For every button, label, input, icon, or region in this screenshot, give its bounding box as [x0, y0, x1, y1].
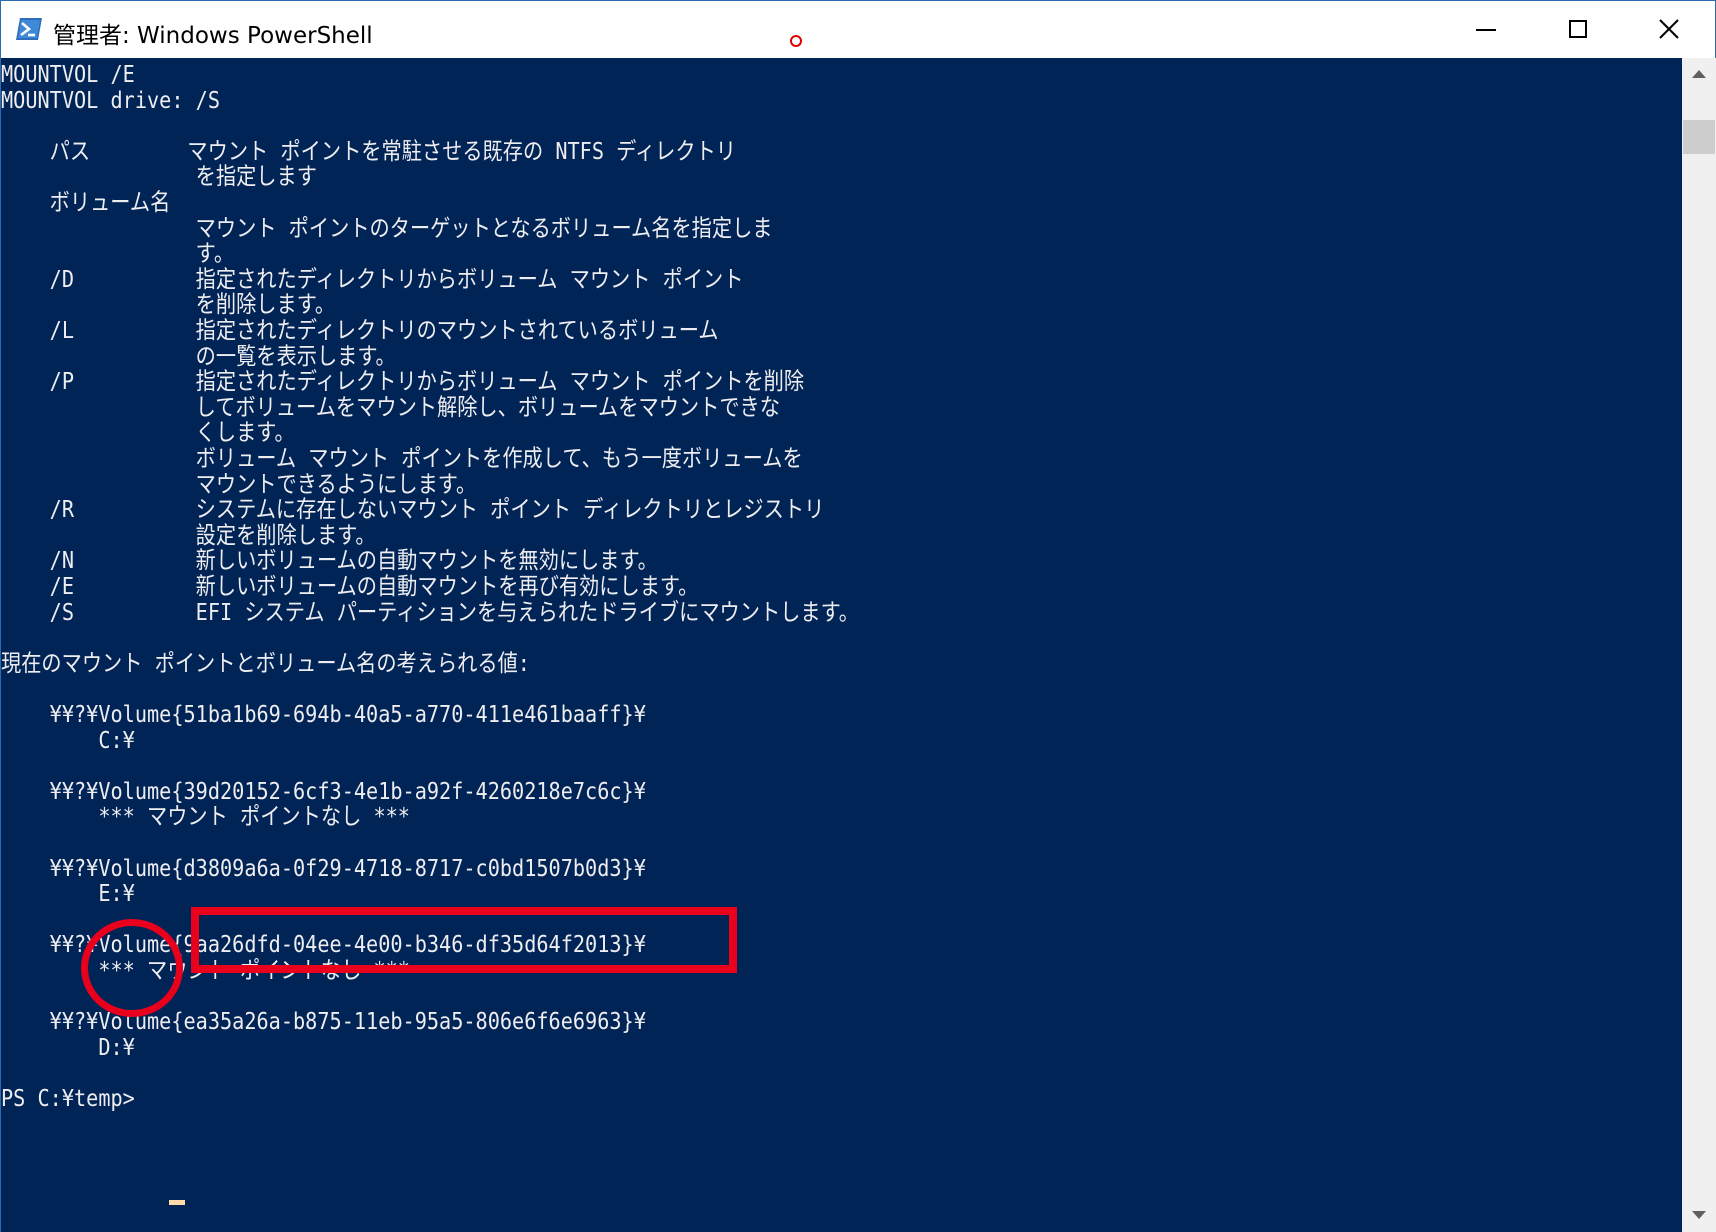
console-line: MOUNTVOL /E — [1, 60, 135, 88]
close-button[interactable] — [1623, 1, 1715, 58]
powershell-icon — [16, 18, 42, 40]
text-cursor — [169, 1200, 185, 1205]
console-line: パス マウント ポイントを常駐させる既存の NTFS ディレクトリ — [1, 136, 737, 165]
console-line: 現在のマウント ポイントとボリューム名の考えられる値: — [1, 648, 530, 677]
console-line: /L 指定されたディレクトリのマウントされているボリューム — [1, 316, 719, 344]
console-line: の一覧を表示します。 — [1, 341, 396, 370]
console-line: を削除します。 — [1, 290, 336, 319]
console-line: /P 指定されたディレクトリからボリューム マウント ポイントを削除 — [1, 367, 805, 396]
drive-letter-highlight-circle — [81, 919, 183, 1017]
scroll-thumb[interactable] — [1683, 120, 1715, 154]
console-line: ボリューム名 — [1, 188, 171, 216]
powershell-window: 管理者: Windows PowerShell MOUNTVOL /E MOUNT… — [0, 0, 1716, 1232]
console-output[interactable]: MOUNTVOL /E MOUNTVOL drive: /S パス マウント ポイ… — [1, 58, 1682, 1232]
console-line: C:¥ — [1, 725, 135, 754]
volume-id-highlight-box — [191, 907, 737, 973]
console-line: ボリューム マウント ポイントを作成して、もう一度ボリュームを — [1, 444, 803, 472]
cursor-marker-icon — [790, 35, 802, 47]
close-icon — [1659, 19, 1679, 39]
console-line: /R システムに存在しないマウント ポイント ディレクトリとレジストリ — [1, 495, 825, 524]
console-line: マウント ポイントのターゲットとなるボリューム名を指定しま — [1, 213, 773, 242]
console-line: くします。 — [1, 418, 295, 447]
console-line: /S EFI システム パーティションを与えられたドライブにマウントします。 — [1, 597, 859, 626]
chevron-down-icon — [1692, 1211, 1706, 1219]
console-line: ¥¥?¥Volume{d3809a6a-0f29-4718-8717-c0bd1… — [1, 853, 646, 882]
console-line: を指定します — [1, 162, 317, 191]
console-line: す。 — [1, 239, 235, 268]
title-bar[interactable]: 管理者: Windows PowerShell — [1, 1, 1715, 58]
console-line: *** マウント ポイントなし *** — [1, 802, 410, 831]
console-line: /E 新しいボリュームの自動マウントを再び有効にします。 — [1, 572, 699, 600]
console-line: E:¥ — [1, 879, 135, 908]
scroll-down-button[interactable] — [1682, 1198, 1716, 1232]
console-line: ¥¥?¥Volume{ea35a26a-b875-11eb-95a5-806e6… — [1, 1007, 646, 1036]
console-line: ¥¥?¥Volume{39d20152-6cf3-4e1b-a92f-42602… — [1, 776, 646, 805]
console-line: /D 指定されたディレクトリからボリューム マウント ポイント — [1, 264, 744, 293]
minimize-button[interactable] — [1439, 1, 1531, 58]
console-line: MOUNTVOL drive: /S — [1, 85, 221, 114]
console-line: 設定を削除します。 — [1, 520, 376, 549]
window-title: 管理者: Windows PowerShell — [53, 23, 373, 49]
console-line: D:¥ — [1, 1032, 135, 1061]
chevron-up-icon — [1692, 70, 1706, 78]
console-line: してボリュームをマウント解除し、ボリュームをマウントできな — [1, 392, 780, 421]
maximize-button[interactable] — [1531, 1, 1623, 58]
console-line: マウントできるようにします。 — [1, 469, 477, 498]
console-line: PS C:¥temp> — [1, 1084, 148, 1112]
scroll-up-button[interactable] — [1682, 58, 1716, 92]
console-line: ¥¥?¥Volume{51ba1b69-694b-40a5-a770-411e4… — [1, 700, 646, 728]
vertical-scrollbar[interactable] — [1682, 58, 1716, 1232]
console-line: /N 新しいボリュームの自動マウントを無効にします。 — [1, 546, 658, 575]
